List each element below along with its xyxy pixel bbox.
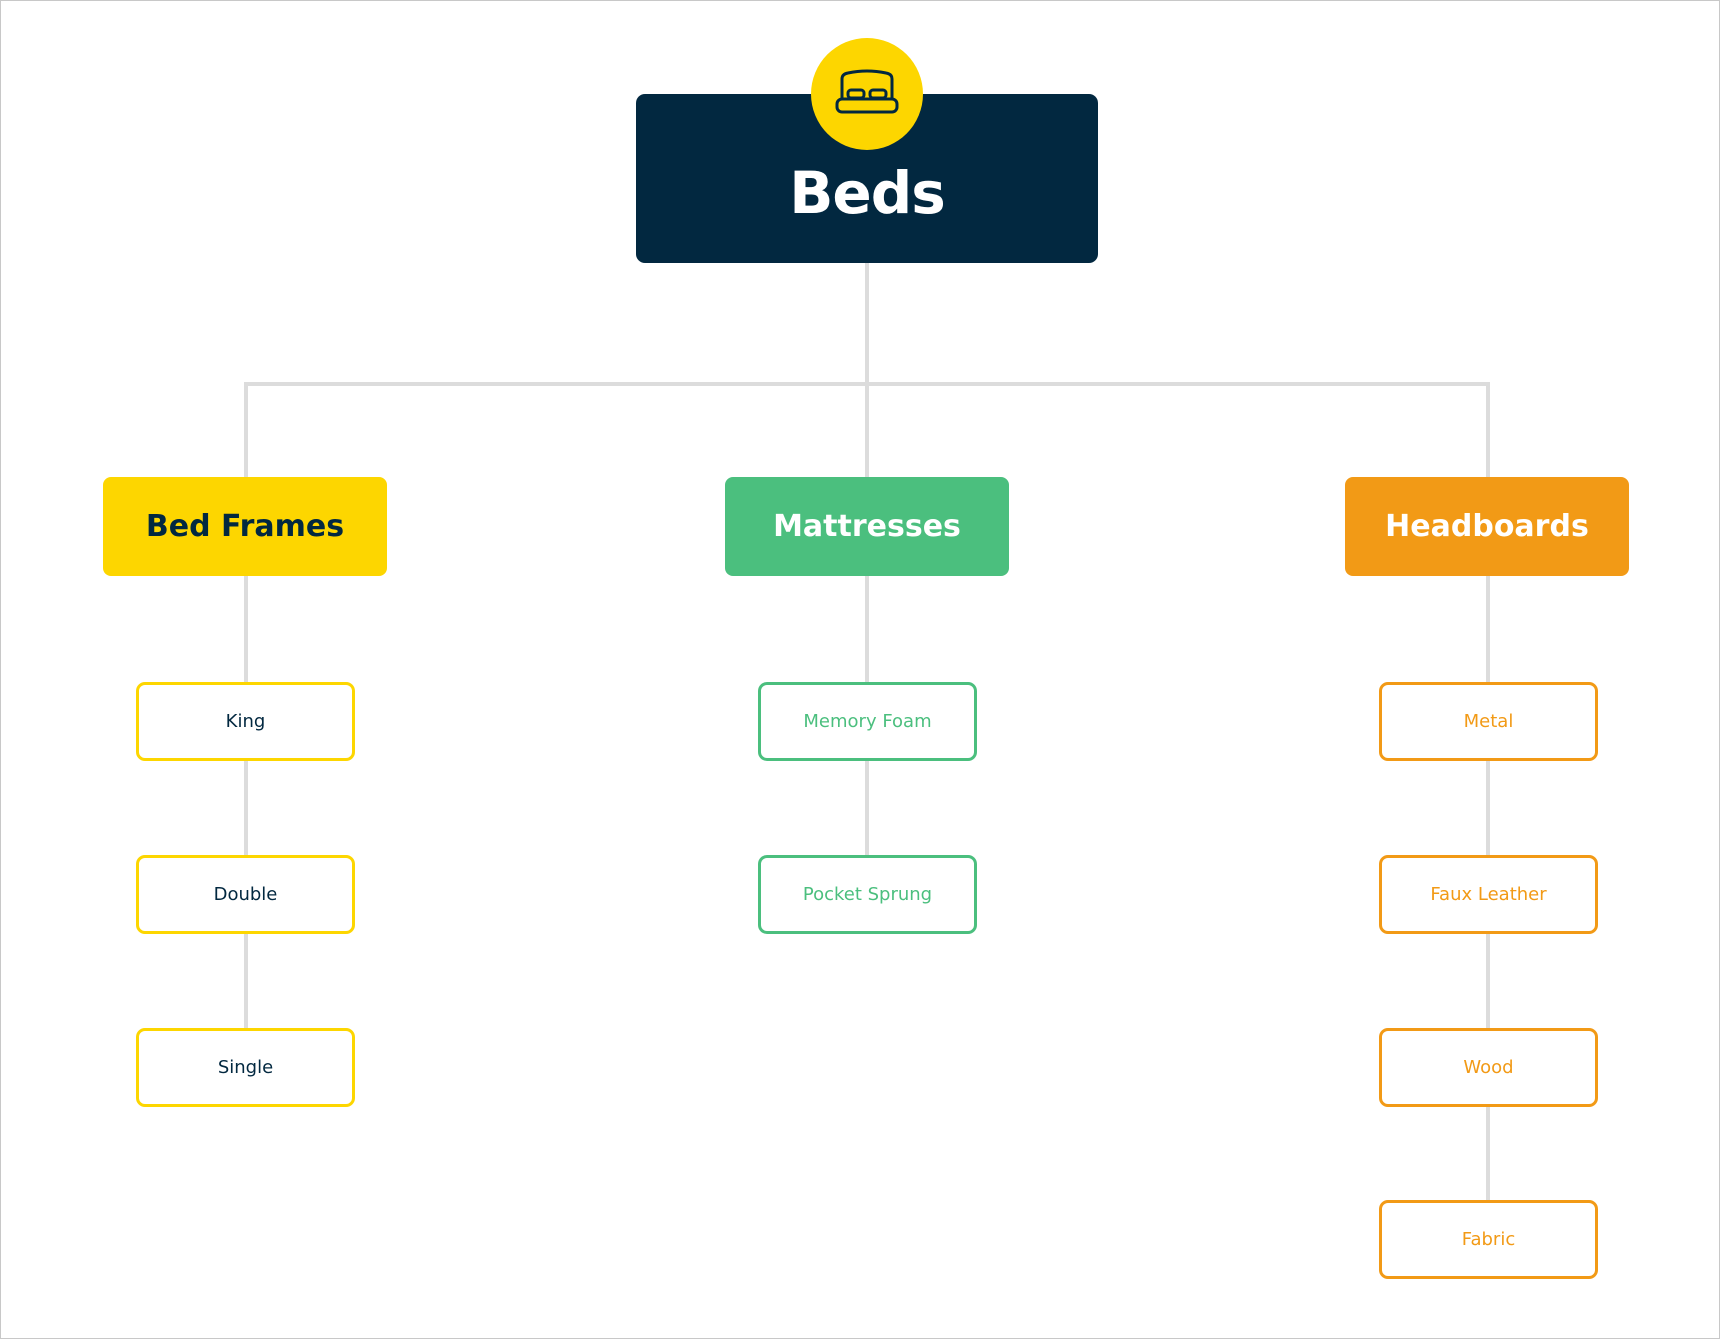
leaf-single: Single <box>136 1028 355 1107</box>
category-label: Mattresses <box>773 509 961 544</box>
category-label: Headboards <box>1385 509 1589 544</box>
bed-icon <box>811 38 923 150</box>
leaf-label: Single <box>217 1057 274 1078</box>
leaf-label: Pocket Sprung <box>802 884 933 905</box>
leaf-fabric: Fabric <box>1379 1200 1598 1279</box>
connector-root-down <box>865 263 869 384</box>
category-mattresses: Mattresses <box>725 477 1009 576</box>
category-label: Bed Frames <box>145 509 345 544</box>
leaf-memory-foam: Memory Foam <box>758 682 977 761</box>
root-label: Beds <box>789 159 946 227</box>
leaf-label: Fabric <box>1461 1229 1516 1250</box>
category-headboards: Headboards <box>1345 477 1629 576</box>
leaf-king: King <box>136 682 355 761</box>
leaf-label: Memory Foam <box>803 711 932 732</box>
leaf-wood: Wood <box>1379 1028 1598 1107</box>
leaf-faux-leather: Faux Leather <box>1379 855 1598 934</box>
leaf-metal: Metal <box>1379 682 1598 761</box>
connector-bed-frames <box>244 382 248 477</box>
leaf-label: Metal <box>1463 711 1514 732</box>
leaf-label: Wood <box>1463 1057 1514 1078</box>
category-bed-frames: Bed Frames <box>103 477 387 576</box>
leaf-label: King <box>225 711 266 732</box>
connector-bed-frames-leaves <box>244 576 248 1028</box>
leaf-label: Faux Leather <box>1430 884 1547 905</box>
connector-headboards <box>1486 382 1490 477</box>
connector-mattresses <box>865 382 869 477</box>
leaf-label: Double <box>213 884 278 905</box>
leaf-pocket-sprung: Pocket Sprung <box>758 855 977 934</box>
leaf-double: Double <box>136 855 355 934</box>
